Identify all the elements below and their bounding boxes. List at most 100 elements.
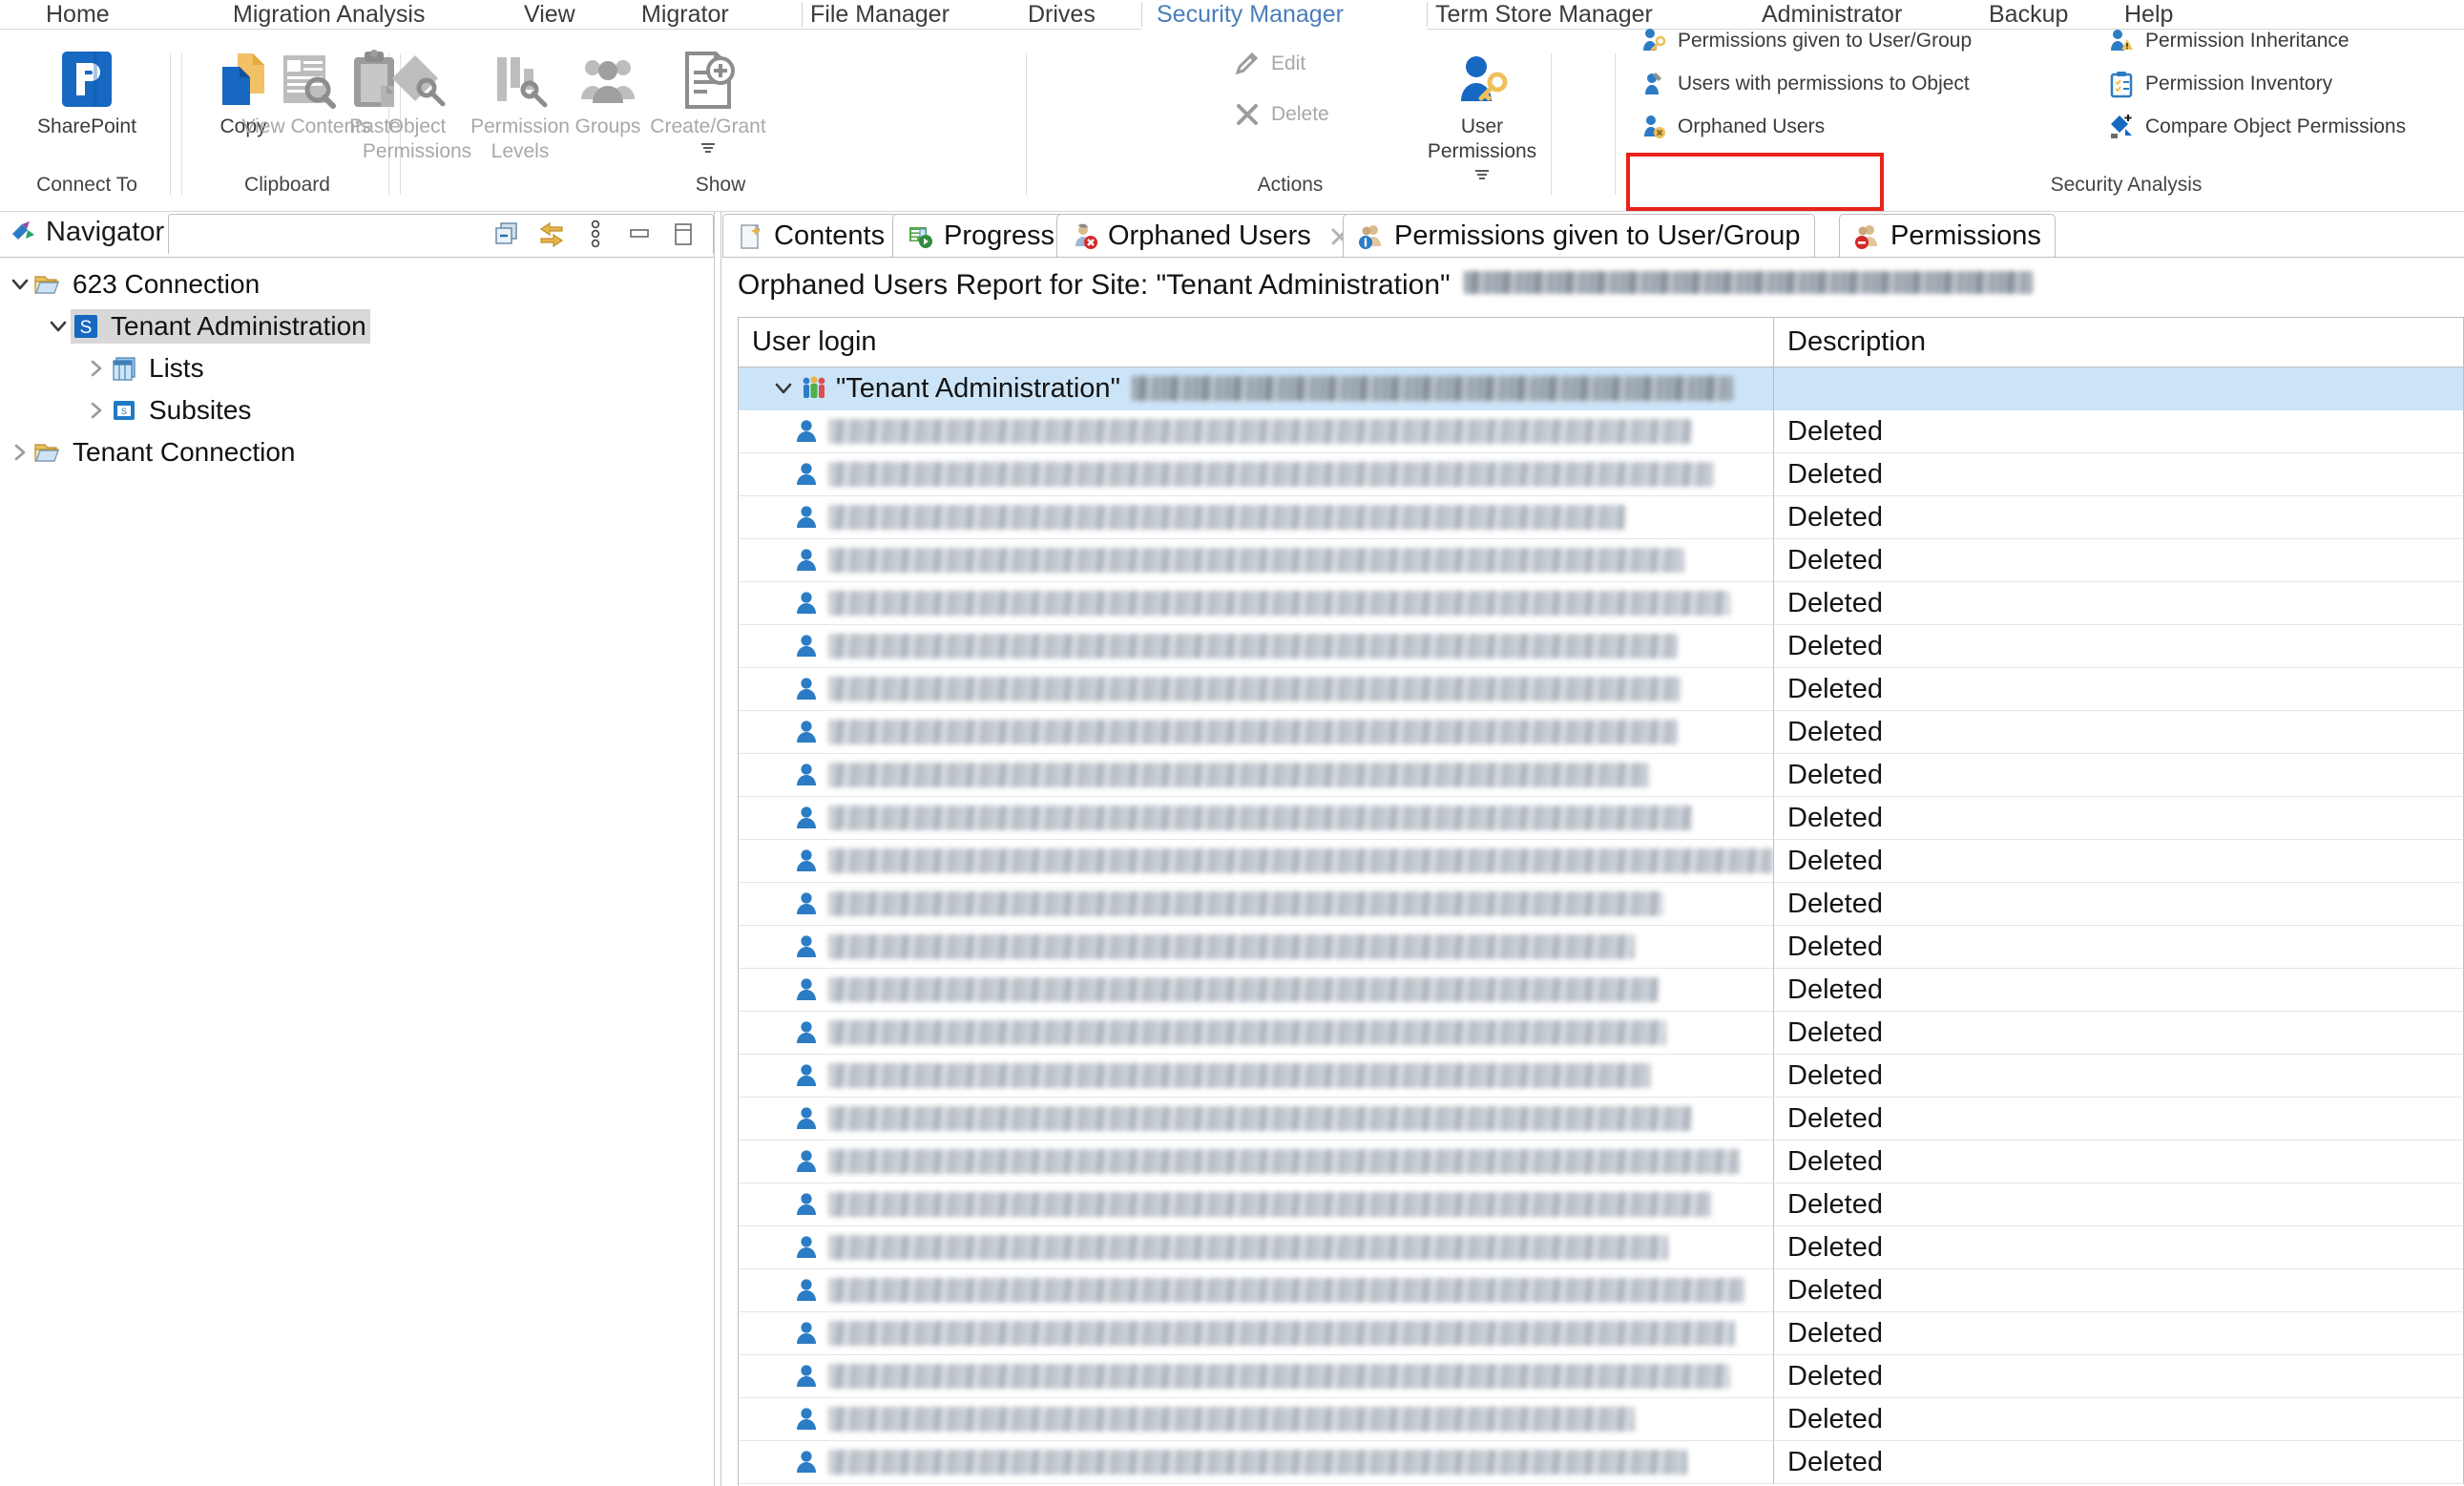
row-description: Deleted [1774, 969, 2464, 1012]
user-login-redacted [828, 505, 1625, 530]
kebab-menu-icon[interactable] [580, 220, 611, 248]
navigator-icon [10, 219, 38, 247]
ribbon-tab-migrator[interactable]: Migrator [637, 0, 733, 29]
table-row[interactable]: Deleted [739, 969, 2464, 1012]
editor-tab-bar: Contents Progress Orphaned Users Permiss… [722, 212, 2464, 258]
column-header-description[interactable]: Description [1774, 318, 2464, 366]
ribbon-tab-security-manager[interactable]: Security Manager [1153, 0, 1347, 29]
chevron-right-icon[interactable] [84, 398, 109, 423]
permission-inheritance-button[interactable]: Permission Inheritance [2107, 27, 2349, 55]
tree-item-tenant-connection[interactable]: Tenant Connection [0, 431, 714, 473]
table-row[interactable]: Deleted [739, 1398, 2464, 1441]
permission-inventory-button[interactable]: Permission Inventory [2107, 70, 2332, 98]
panel-splitter[interactable] [714, 212, 721, 1486]
navigator-tree: 623 Connection S Tenant Administration L… [0, 263, 714, 473]
chevron-down-icon[interactable] [769, 378, 798, 399]
table-row[interactable]: Deleted [739, 539, 2464, 582]
ribbon-tab-term-store-manager[interactable]: Term Store Manager [1431, 0, 1657, 29]
table-row[interactable]: Deleted [739, 453, 2464, 496]
permissions-given-to-user-group-button[interactable]: Permissions given to User/Group [1639, 27, 1972, 55]
tab-contents[interactable]: Contents [722, 214, 899, 258]
chevron-right-icon[interactable] [84, 356, 109, 381]
orphaned-users-button[interactable]: Orphaned Users [1639, 113, 1825, 141]
tree-item-623-connection[interactable]: 623 Connection [0, 263, 714, 305]
tree-item-tenant-administration[interactable]: S Tenant Administration [0, 305, 714, 347]
chevron-right-icon[interactable] [8, 440, 32, 465]
ribbon-tab-home[interactable]: Home [42, 0, 114, 29]
table-row[interactable]: Deleted [739, 1441, 2464, 1484]
user-login-redacted [828, 634, 1678, 659]
table-row[interactable]: Deleted [739, 1012, 2464, 1055]
user-icon [790, 676, 823, 702]
tree-item-lists[interactable]: Lists [0, 347, 714, 389]
table-row[interactable]: Deleted [739, 711, 2464, 754]
tab-permissions-given-to-user-group[interactable]: Permissions given to User/Group [1343, 214, 1815, 258]
ribbon-tab-backup[interactable]: Backup [1985, 0, 2072, 29]
row-description: Deleted [1774, 1355, 2464, 1398]
tab-orphaned-users[interactable]: Orphaned Users [1056, 214, 1367, 258]
table-row[interactable]: Deleted [739, 1226, 2464, 1269]
ribbon-group-label-clipboard: Clipboard [187, 174, 387, 197]
column-header-user-login[interactable]: User login [739, 318, 1774, 366]
sync-arrows-icon[interactable] [536, 220, 567, 248]
table-row[interactable]: Deleted [739, 1055, 2464, 1098]
ribbon-tab-help[interactable]: Help [2120, 0, 2177, 29]
table-row[interactable]: Deleted [739, 840, 2464, 883]
ribbon-tab-administrator[interactable]: Administrator [1758, 0, 1906, 29]
user-permissions-button[interactable]: User Permissions [1410, 42, 1554, 183]
table-row[interactable]: Deleted [739, 883, 2464, 926]
tree-item-subsites[interactable]: S Subsites [0, 389, 714, 431]
delete-button[interactable]: Delete [1233, 100, 1329, 129]
table-row[interactable]: Deleted [739, 926, 2464, 969]
svg-text:S: S [80, 318, 93, 338]
table-row[interactable]: Deleted [739, 1098, 2464, 1141]
table-row[interactable]: Deleted [739, 582, 2464, 625]
table-row[interactable]: Deleted [739, 1183, 2464, 1226]
ribbon-tab-drives[interactable]: Drives [1024, 0, 1099, 29]
user-login-redacted [828, 891, 1663, 916]
maximize-icon[interactable] [668, 220, 699, 248]
user-login-redacted [828, 1235, 1668, 1260]
chevron-down-icon[interactable] [46, 314, 71, 339]
compare-object-permissions-label: Compare Object Permissions [2145, 115, 2406, 138]
ribbon-tab-divider [1141, 2, 1142, 27]
table-row[interactable]: Deleted [739, 1269, 2464, 1312]
minimize-icon[interactable] [624, 220, 655, 248]
tab-permissions[interactable]: Permissions [1839, 214, 2056, 258]
permissions-given-to-user-group-label: Permissions given to User/Group [1678, 30, 1972, 52]
ribbon-tab-file-manager[interactable]: File Manager [806, 0, 953, 29]
report-title: Orphaned Users Report for Site: "Tenant … [738, 269, 2033, 302]
row-description: Deleted [1774, 754, 2464, 797]
tab-progress[interactable]: Progress [892, 214, 1069, 258]
table-row[interactable]: Deleted [739, 797, 2464, 840]
user-icon [790, 890, 823, 917]
row-description: Deleted [1774, 1269, 2464, 1312]
table-row[interactable]: Deleted [739, 1312, 2464, 1355]
table-row[interactable]: Deleted [739, 496, 2464, 539]
ribbon-group-separator [1026, 53, 1027, 195]
user-permissions-dropdown-arrow[interactable] [1410, 166, 1554, 183]
row-description: Deleted [1774, 625, 2464, 668]
navigator-panel: Navigator [0, 212, 714, 1486]
grid-root-row[interactable]: "Tenant Administration" [739, 367, 2464, 410]
user-wrench-icon [1639, 70, 1668, 98]
sharepoint-button[interactable]: SharePoint [15, 42, 158, 139]
table-row[interactable]: Deleted [739, 1355, 2464, 1398]
user-login-redacted [828, 1020, 1666, 1045]
table-row[interactable]: Deleted [739, 668, 2464, 711]
create-grant-button[interactable]: Create/Grant [637, 42, 780, 157]
users-with-permissions-to-object-button[interactable]: Users with permissions to Object [1639, 70, 1970, 98]
collapse-all-icon[interactable] [492, 220, 523, 248]
compare-object-permissions-button[interactable]: Compare Object Permissions [2107, 113, 2406, 141]
ribbon-tab-migration-analysis[interactable]: Migration Analysis [229, 0, 428, 29]
table-row[interactable]: Deleted [739, 410, 2464, 453]
table-row[interactable]: Deleted [739, 754, 2464, 797]
table-row[interactable]: Deleted [739, 1141, 2464, 1183]
chevron-down-icon[interactable] [8, 272, 32, 297]
create-grant-dropdown-arrow[interactable] [637, 139, 780, 157]
ribbon-tab-view[interactable]: View [520, 0, 579, 29]
user-login-redacted [828, 1149, 1740, 1174]
table-row[interactable]: Deleted [739, 625, 2464, 668]
edit-button[interactable]: Edit [1233, 50, 1305, 78]
tab-label: Permissions [1890, 220, 2041, 252]
